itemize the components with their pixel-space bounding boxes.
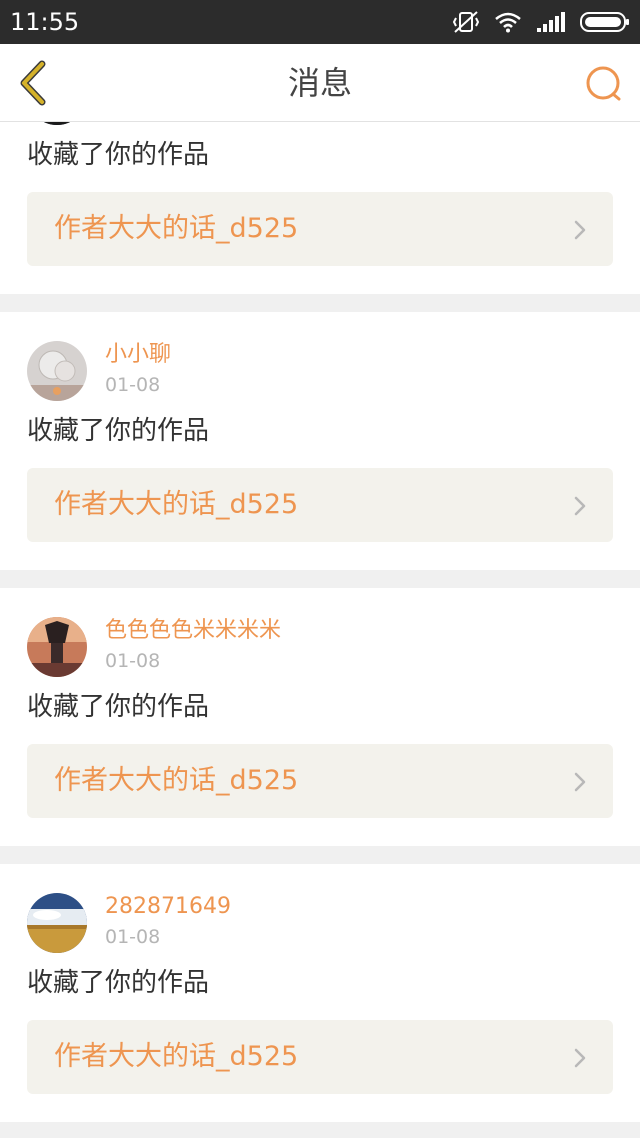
header: 消息 <box>0 44 640 122</box>
date: 01-08 <box>105 650 161 672</box>
signal-icon <box>536 11 566 33</box>
search-icon <box>586 66 621 101</box>
battery-icon <box>580 11 630 33</box>
avatar[interactable] <box>27 617 87 677</box>
work-link[interactable]: 作者大大的话_d525 <box>27 744 613 818</box>
username[interactable]: 282871649 <box>105 894 231 920</box>
work-title: 作者大大的话_d525 <box>54 489 299 520</box>
avatar[interactable] <box>27 341 87 401</box>
notification-card: xksKxk 01-08 收藏了你的作品 作者大大的话_d525 <box>0 122 640 294</box>
status-time: 11:55 <box>10 8 80 36</box>
work-title: 作者大大的话_d525 <box>54 213 299 244</box>
status-icons <box>452 9 630 35</box>
notification-card: 小小聊 01-08 收藏了你的作品 作者大大的话_d525 <box>0 312 640 570</box>
notification-card: 282871649 01-08 收藏了你的作品 作者大大的话_d525 <box>0 864 640 1122</box>
work-title: 作者大大的话_d525 <box>54 765 299 796</box>
work-title: 作者大大的话_d525 <box>54 1041 299 1072</box>
action-text: 收藏了你的作品 <box>27 968 210 998</box>
chevron-right-icon <box>574 772 586 792</box>
action-text: 收藏了你的作品 <box>27 416 210 446</box>
chevron-right-icon <box>574 1048 586 1068</box>
work-link[interactable]: 作者大大的话_d525 <box>27 468 613 542</box>
chevron-right-icon <box>574 220 586 240</box>
wifi-icon <box>494 11 522 33</box>
chevron-right-icon <box>574 496 586 516</box>
username[interactable]: 小小聊 <box>105 342 171 368</box>
username[interactable]: 色色色色米米米米 <box>105 618 281 644</box>
work-link[interactable]: 作者大大的话_d525 <box>27 192 613 266</box>
date: 01-08 <box>105 926 161 948</box>
action-text: 收藏了你的作品 <box>27 140 210 170</box>
date: 01-08 <box>105 374 161 396</box>
action-text: 收藏了你的作品 <box>27 692 210 722</box>
search-button[interactable] <box>584 64 624 104</box>
status-bar: 11:55 <box>0 0 640 44</box>
avatar[interactable] <box>27 893 87 953</box>
work-link[interactable]: 作者大大的话_d525 <box>27 1020 613 1094</box>
notification-feed[interactable]: xksKxk 01-08 收藏了你的作品 作者大大的话_d525 <box>0 122 640 1138</box>
notification-card: 色色色色米米米米 01-08 收藏了你的作品 作者大大的话_d525 <box>0 588 640 846</box>
vibrate-off-icon <box>452 10 480 34</box>
page-title: 消息 <box>287 64 352 102</box>
avatar[interactable] <box>27 122 87 125</box>
